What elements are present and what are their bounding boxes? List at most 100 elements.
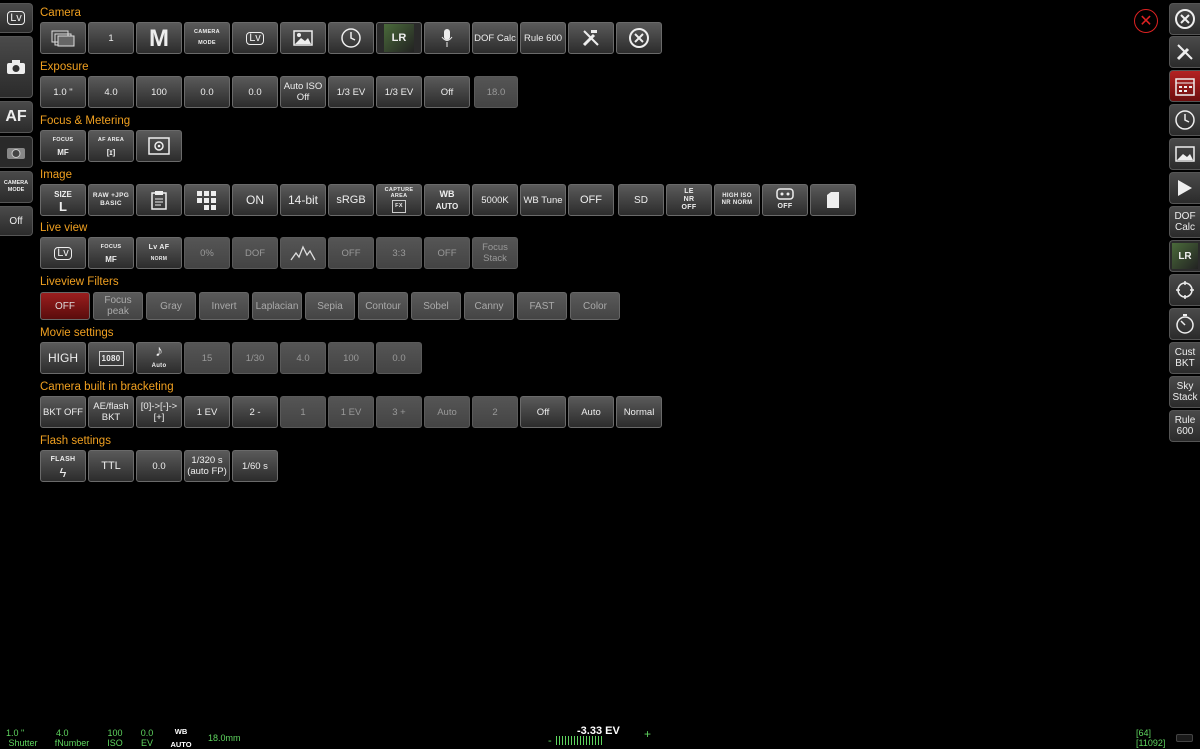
metering-button[interactable] (136, 130, 182, 162)
iso-button[interactable]: 100 (136, 76, 182, 108)
filter-canny[interactable]: Canny (464, 292, 514, 320)
bkt-ev-button[interactable]: 1 EV (328, 396, 374, 428)
autofocus-button[interactable]: AF (0, 101, 33, 133)
exposure-off-button[interactable]: Off (424, 76, 470, 108)
histogram-button[interactable] (280, 237, 326, 269)
bkt-two-button[interactable]: 2 (472, 396, 518, 428)
movie-iso-button[interactable]: 100 (328, 342, 374, 374)
bit-depth-button[interactable]: 14-bit (280, 184, 326, 216)
clipboard-button[interactable] (136, 184, 182, 216)
bkt-one-button[interactable]: 1 (280, 396, 326, 428)
filter-off[interactable]: OFF (40, 292, 90, 320)
off-button[interactable]: Off (0, 206, 33, 236)
ttl-button[interactable]: TTL (88, 450, 134, 482)
auto-iso-button[interactable]: Auto ISO Off (280, 76, 326, 108)
filter-gray[interactable]: Gray (146, 292, 196, 320)
filter-invert[interactable]: Invert (199, 292, 249, 320)
tools-button[interactable] (568, 22, 614, 54)
image-quality-button[interactable]: RAW +JPG BASIC (88, 184, 134, 216)
aspect-ratio-button[interactable]: 3:3 (376, 237, 422, 269)
shutter-button[interactable]: 1.0 " (40, 76, 86, 108)
gallery-button[interactable] (280, 22, 326, 54)
high-iso-nr-button[interactable]: HIGH ISO NR NORM (714, 184, 760, 216)
long-exposure-nr-button[interactable]: LE NR OFF (666, 184, 712, 216)
iso-step-button[interactable]: 1/3 EV (376, 76, 422, 108)
filter-laplacian[interactable]: Laplacian (252, 292, 302, 320)
timer-button[interactable] (328, 22, 374, 54)
filter-color[interactable]: Color (570, 292, 620, 320)
flash-sync-button[interactable]: 1/320 s (auto FP) (184, 450, 230, 482)
ev-compensation-button[interactable]: 0.0 (184, 76, 230, 108)
voice-button[interactable] (424, 22, 470, 54)
af-area-button[interactable]: AF AREA [ɪ] (88, 130, 134, 162)
rule600-button[interactable]: Rule 600 (520, 22, 566, 54)
lv-overlay-button[interactable]: OFF (328, 237, 374, 269)
bkt-auto2-button[interactable]: Auto (568, 396, 614, 428)
flash-comp-button[interactable]: 0.0 (136, 450, 182, 482)
grid-button[interactable] (184, 184, 230, 216)
shot-count-button[interactable]: 1 (88, 22, 134, 54)
stopwatch-button[interactable] (1169, 308, 1200, 340)
liveview-button[interactable]: Lv (0, 3, 33, 33)
timelapse-button[interactable]: LR (376, 22, 422, 54)
ev-step-button[interactable]: 1/3 EV (328, 76, 374, 108)
movie-quality-button[interactable]: HIGH (40, 342, 86, 374)
calendar-button[interactable] (1169, 70, 1200, 102)
drive-mode-button[interactable] (40, 22, 86, 54)
timer-side-button[interactable] (1169, 104, 1200, 136)
capture-area-button[interactable]: CAPTURE AREA FX (376, 184, 422, 216)
movie-aperture-button[interactable]: 4.0 (280, 342, 326, 374)
aperture-button[interactable]: 4.0 (88, 76, 134, 108)
cust-bkt-button[interactable]: Cust BKT (1169, 342, 1200, 374)
movie-resolution-button[interactable]: 1080 (88, 342, 134, 374)
focal-length-button[interactable]: 18.0 (474, 76, 518, 108)
exit-button[interactable] (1169, 3, 1200, 35)
lv-dof-button[interactable]: DOF (232, 237, 278, 269)
memory-card-button[interactable] (810, 184, 856, 216)
play-button[interactable] (1169, 172, 1200, 204)
bkt-off2-button[interactable]: Off (520, 396, 566, 428)
timelapse-side-button[interactable]: LR (1169, 240, 1200, 272)
filter-sobel[interactable]: Sobel (411, 292, 461, 320)
capture-button[interactable] (0, 36, 33, 98)
filter-sepia[interactable]: Sepia (305, 292, 355, 320)
active-dlighting-button[interactable]: ON (232, 184, 278, 216)
kelvin-button[interactable]: 5000K (472, 184, 518, 216)
lv-af-button[interactable]: Lv AF NORM (136, 237, 182, 269)
bkt-normal-button[interactable]: Normal (616, 396, 662, 428)
flash-compensation-button[interactable]: 0.0 (232, 76, 278, 108)
filter-fast[interactable]: FAST (517, 292, 567, 320)
wb-tune-button[interactable]: WB Tune (520, 184, 566, 216)
movie-shutter-button[interactable]: 1/30 (232, 342, 278, 374)
rule600-side-button[interactable]: Rule 600 (1169, 410, 1200, 442)
white-balance-button[interactable]: WB AUTO (424, 184, 470, 216)
filter-focus-peak[interactable]: Focus peak (93, 292, 143, 320)
picture-control-button[interactable]: OFF (568, 184, 614, 216)
sd-card-button[interactable]: SD (618, 184, 664, 216)
color-space-button[interactable]: sRGB (328, 184, 374, 216)
tools-side-button[interactable] (1169, 36, 1200, 68)
sky-stack-button[interactable]: Sky Stack (1169, 376, 1200, 408)
dof-calc-side-button[interactable]: DOF Calc (1169, 206, 1200, 238)
movie-audio-button[interactable]: ♪ Auto (136, 342, 182, 374)
lv-focus-button[interactable]: FOCUS MF (88, 237, 134, 269)
vignette-button[interactable]: OFF (762, 184, 808, 216)
image-size-button[interactable]: SIZE L (40, 184, 86, 216)
exposure-mode-button[interactable]: M (136, 22, 182, 54)
lv-mode-button[interactable]: Lv (40, 237, 86, 269)
bkt-count-button[interactable]: 2 - (232, 396, 278, 428)
bkt-off-button[interactable]: BKT OFF (40, 396, 86, 428)
lv-button[interactable]: Lv (232, 22, 278, 54)
focus-stack-button[interactable]: Focus Stack (472, 237, 518, 269)
bkt-auto-button[interactable]: Auto (424, 396, 470, 428)
disconnect-button[interactable] (616, 22, 662, 54)
dof-calc-button[interactable]: DOF Calc (472, 22, 518, 54)
bkt-order-button[interactable]: [0]->[-]->[+] (136, 396, 182, 428)
bkt-three-button[interactable]: 3 + (376, 396, 422, 428)
camera-settings-button[interactable] (0, 136, 33, 168)
close-icon[interactable]: ✕ (1134, 9, 1158, 33)
flash-mode-button[interactable]: FLASH ϟ (40, 450, 86, 482)
movie-fps-button[interactable]: 15 (184, 342, 230, 374)
camera-mode-button-main[interactable]: CAMERA MODE (184, 22, 230, 54)
filter-contour[interactable]: Contour (358, 292, 408, 320)
